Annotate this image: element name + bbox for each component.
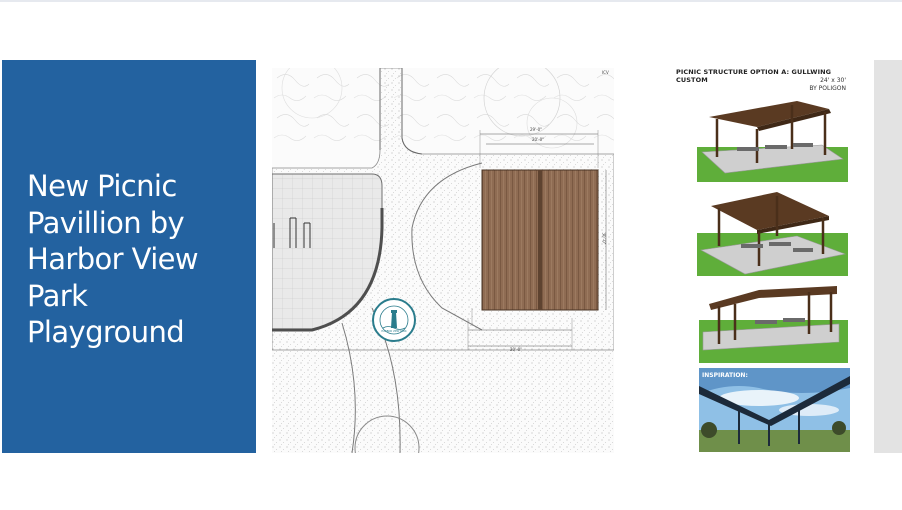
- dimension-inner: 20'-0": [532, 137, 545, 142]
- seal-text: HARBOR VIEW PARK: [381, 330, 407, 333]
- render-view-1: [697, 97, 848, 182]
- site-plan: ICV 29'-0" 20'-0" 30'-0" 20'-0" HARBOR V…: [272, 68, 614, 453]
- inspiration-label: INSPIRATION:: [702, 372, 748, 379]
- park-seal-icon: HARBOR VIEW PARK: [372, 298, 416, 342]
- dimension-top: 29'-0": [530, 127, 543, 132]
- inspiration-photo: INSPIRATION:: [699, 368, 850, 452]
- render-view-2: [697, 188, 848, 276]
- scrollbar[interactable]: [874, 60, 902, 453]
- slide-title: New Picnic Pavillion by Harbor View Park…: [27, 169, 199, 349]
- dimension-bottom: 20'-0": [510, 347, 523, 352]
- north-label: ICV: [602, 70, 609, 75]
- slide: New Picnic Pavillion by Harbor View Park…: [0, 0, 902, 510]
- option-size: 24' x 30': [820, 77, 846, 84]
- render-view-3: [699, 280, 848, 363]
- site-plan-drawing: [272, 68, 614, 453]
- top-divider: [0, 0, 902, 2]
- option-by: BY POLIGON: [809, 85, 846, 92]
- dimension-right: 30'-0": [601, 232, 607, 245]
